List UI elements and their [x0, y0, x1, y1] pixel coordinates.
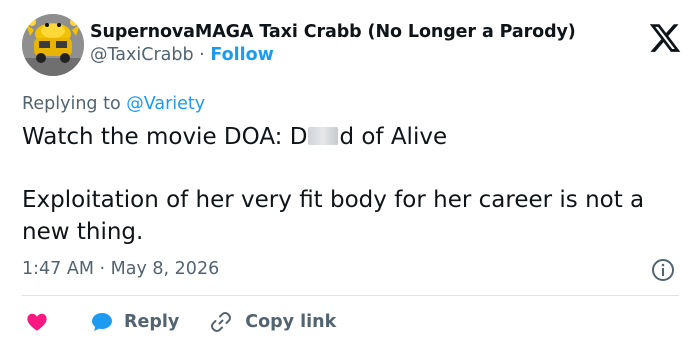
tweet-timestamp[interactable]: 1:47 AM · May 8, 2026 — [22, 259, 219, 279]
tweet-paragraph-2: Exploitation of her very fit body for he… — [22, 187, 645, 245]
heart-icon — [27, 313, 47, 331]
tweet-text: Watch the movie DOA: D d of Alive Exploit… — [22, 122, 682, 248]
link-icon — [211, 312, 232, 332]
action-bar: Reply Copy link — [22, 306, 336, 338]
tweet-line-1-end: d of Alive — [339, 124, 448, 150]
crab-taxi-avatar-image — [22, 14, 84, 76]
reply-button[interactable]: Reply — [90, 310, 179, 334]
handle-line: @TaxiCrabb · Follow — [90, 45, 576, 65]
author-block: SupernovaMAGA Taxi Crabb (No Longer a Pa… — [90, 22, 576, 65]
info-icon[interactable] — [651, 258, 675, 282]
tweet-time: 1:47 AM — [22, 259, 94, 279]
follow-button[interactable]: Follow — [210, 45, 273, 65]
replying-prefix: Replying to — [22, 94, 121, 114]
display-name[interactable]: SupernovaMAGA Taxi Crabb (No Longer a Pa… — [90, 22, 576, 42]
copy-link-button[interactable]: Copy link — [209, 310, 336, 334]
speech-bubble-icon — [92, 313, 112, 331]
replying-to: Replying to @Variety — [22, 94, 205, 114]
handle[interactable]: @TaxiCrabb — [90, 45, 194, 65]
copy-link-label: Copy link — [245, 312, 337, 332]
redaction-blur — [308, 127, 339, 145]
tweet-date: May 8, 2026 — [110, 259, 220, 279]
reply-label: Reply — [124, 312, 180, 332]
avatar[interactable] — [22, 14, 84, 76]
meta-separator: · — [99, 259, 106, 279]
replying-mention[interactable]: @Variety — [126, 94, 205, 114]
divider — [22, 295, 679, 296]
handle-separator: · — [199, 45, 205, 65]
tweet-line-1: Watch the movie DOA: D d of Alive — [22, 122, 682, 154]
tweet-line-1-start: Watch the movie DOA: D — [22, 124, 308, 150]
like-button[interactable] — [26, 311, 48, 333]
tweet-header: SupernovaMAGA Taxi Crabb (No Longer a Pa… — [22, 14, 682, 78]
x-logo-icon[interactable] — [648, 21, 682, 55]
